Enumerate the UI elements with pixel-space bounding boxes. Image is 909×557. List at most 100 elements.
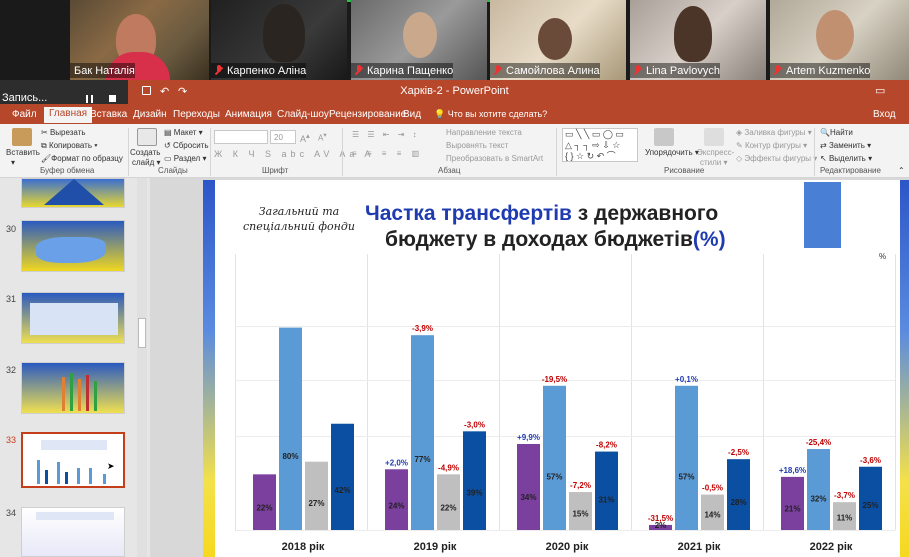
tab-review[interactable]: Рецензирование <box>329 109 406 120</box>
cut-button[interactable]: ✂ Вырезать <box>41 128 86 137</box>
slide-number: 31 <box>6 294 17 304</box>
chevron-down-icon: ▾ <box>864 141 872 150</box>
layout-button[interactable]: ▤ Макет ▾ <box>164 128 203 137</box>
panel-scrollbar[interactable] <box>137 178 147 557</box>
clipboard-group-label: Буфер обмена <box>40 166 95 175</box>
reset-button[interactable]: ↺ Сбросить <box>164 141 209 150</box>
shape-fill-button[interactable]: ◈ Заливка фигуры ▾ <box>736 128 812 137</box>
text-format-buttons[interactable]: Ж К Ч S abc AV Aa A <box>214 149 374 159</box>
font-name-combo[interactable] <box>214 130 268 144</box>
bar-1-0 <box>385 469 408 530</box>
bar-2-0 <box>517 443 540 530</box>
shapes-gallery[interactable]: ▭ ╲ ╲ ▭ ◯ ▭ △ ┐ ┐ ⇨ ⇩ ☆{ } ☆ ↻ ↶ ⌒ <box>562 128 638 162</box>
text-direction-button[interactable]: Направление текста <box>446 128 522 137</box>
ribbon: Вставить ▾ ✂ Вырезать ⧉ Копировать ▾ 🖌Фо… <box>0 124 909 178</box>
new-slide-button-line2[interactable]: слайд ▾ <box>132 158 161 167</box>
align-buttons[interactable]: ≡ ≡ ≡ ≡ ▥ <box>352 149 423 158</box>
bar-shape <box>62 377 65 411</box>
paste-button[interactable]: Вставить <box>6 148 40 157</box>
arrange-icon <box>654 128 674 146</box>
bar-value-label: 22% <box>256 504 272 513</box>
save-icon[interactable] <box>142 86 151 95</box>
bar-value-label: 24% <box>388 502 404 511</box>
tab-file[interactable]: Файл <box>12 109 37 120</box>
bar-change-label: -0,5% <box>702 484 723 493</box>
powerpoint-window: Харків-2 - PowerPoint ↶ ↷ ▭ Запись... Фа… <box>0 80 909 557</box>
participant-name: Самойлова Алина <box>490 63 600 78</box>
restore-icon[interactable]: ▭ <box>875 84 885 97</box>
participant-tile-4[interactable]: Lina Pavlovych <box>630 0 766 80</box>
list-buttons[interactable]: ☰ ☰ ⇤ ⇥ ↕ <box>352 130 420 139</box>
tab-slideshow[interactable]: Слайд-шоу <box>277 109 329 120</box>
bar-change-label: -3,6% <box>860 456 881 465</box>
participant-name: Карпенко Аліна <box>211 63 307 78</box>
chevron-down-icon: ▾ <box>805 128 812 137</box>
select-button[interactable]: ↖ Выделить ▾ <box>820 154 872 163</box>
slide-thumbnail-32[interactable] <box>21 362 125 414</box>
undo-icon[interactable]: ↶ <box>160 85 169 98</box>
tell-me-search[interactable]: 💡 Что вы хотите сделать? <box>434 109 547 120</box>
copy-button[interactable]: ⧉ Копировать ▾ <box>41 141 98 151</box>
slide-thumbnail-33[interactable]: ➤ <box>21 432 125 488</box>
font-size-combo[interactable]: 20 <box>270 130 296 144</box>
tab-design[interactable]: Дизайн <box>133 109 167 120</box>
tab-home[interactable]: Главная <box>44 107 93 123</box>
bar-change-label: +2,0% <box>385 458 408 467</box>
quick-styles-button[interactable]: Экспресс- <box>697 148 734 157</box>
cursor-icon: ↖ <box>820 154 829 163</box>
align-text-button[interactable]: Выровнять текст <box>446 141 508 150</box>
bar-1-1 <box>411 335 434 530</box>
participant-name: Бак Наталія <box>70 63 135 78</box>
shrink-font-button[interactable]: A▾ <box>318 131 327 143</box>
sign-in-link[interactable]: Вход <box>873 109 896 120</box>
current-slide[interactable]: Загальний та спеціальний фонди Частка тра… <box>203 180 909 557</box>
drawing-group-label: Рисование <box>664 166 705 175</box>
new-slide-button[interactable]: Создать <box>130 148 160 157</box>
tab-view[interactable]: Вид <box>403 109 421 120</box>
muted-mic-icon <box>634 65 642 76</box>
grow-font-button[interactable]: A▴ <box>300 131 310 144</box>
tab-transitions[interactable]: Переходы <box>173 109 220 120</box>
stop-icon[interactable] <box>109 95 116 102</box>
format-painter-button[interactable]: 🖌Формат по образцу <box>41 154 123 163</box>
participant-tile-1[interactable]: Карпенко Аліна <box>211 0 347 80</box>
person-silhouette <box>538 18 572 60</box>
bar-shape <box>103 474 106 484</box>
scrollbar-handle[interactable] <box>138 318 146 348</box>
section-button[interactable]: ▭ Раздел ▾ <box>164 154 206 163</box>
x-tick-label: 2020 рік <box>546 541 589 553</box>
paste-dropdown-icon[interactable]: ▾ <box>11 158 15 167</box>
search-icon: 🔍 <box>820 128 830 137</box>
slide-thumbnail-31[interactable] <box>21 292 125 344</box>
pause-icon[interactable] <box>86 95 93 103</box>
shape-outline-button[interactable]: ✎ Контур фигуры ▾ <box>736 141 807 150</box>
bar-value-label: 57% <box>678 473 694 482</box>
bar-0-1 <box>279 327 302 530</box>
bar-change-label: -25,4% <box>806 438 831 447</box>
shape-effects-button[interactable]: ◇ Эффекты фигуры ▾ <box>736 154 817 163</box>
tab-insert[interactable]: Вставка <box>90 109 127 120</box>
bar-1-3 <box>463 431 486 530</box>
smartart-button[interactable]: Преобразовать в SmartArt <box>446 154 543 163</box>
slide-thumbnail-34[interactable] <box>21 507 125 557</box>
bar-shape <box>37 460 40 484</box>
arrange-button[interactable]: Упорядочить ▾ <box>645 148 699 157</box>
slide-thumbnail-29[interactable] <box>21 178 125 208</box>
redo-icon[interactable]: ↷ <box>178 85 187 98</box>
new-slide-icon <box>137 128 157 146</box>
slide-number: 34 <box>6 508 17 518</box>
muted-mic-icon <box>774 65 782 76</box>
participant-tile-5[interactable]: Artem Kuzmenko <box>770 0 909 80</box>
collapse-ribbon-icon[interactable]: ⌃ <box>898 166 905 175</box>
participant-tile-3[interactable]: Самойлова Алина <box>490 0 626 80</box>
slide-thumbnail-30[interactable] <box>21 220 125 272</box>
person-silhouette <box>403 12 437 58</box>
bar-value-label: 25% <box>862 501 878 510</box>
replace-button[interactable]: ⇄ Заменить ▾ <box>820 141 871 150</box>
find-button[interactable]: 🔍Найти <box>820 128 853 137</box>
bar-change-label: -8,2% <box>596 441 617 450</box>
participant-tile-2[interactable]: Карина Пащенко <box>351 0 487 80</box>
tab-animation[interactable]: Анимация <box>225 109 272 120</box>
paragraph-group-label: Абзац <box>438 166 461 175</box>
participant-tile-0[interactable]: Бак Наталія <box>70 0 209 80</box>
